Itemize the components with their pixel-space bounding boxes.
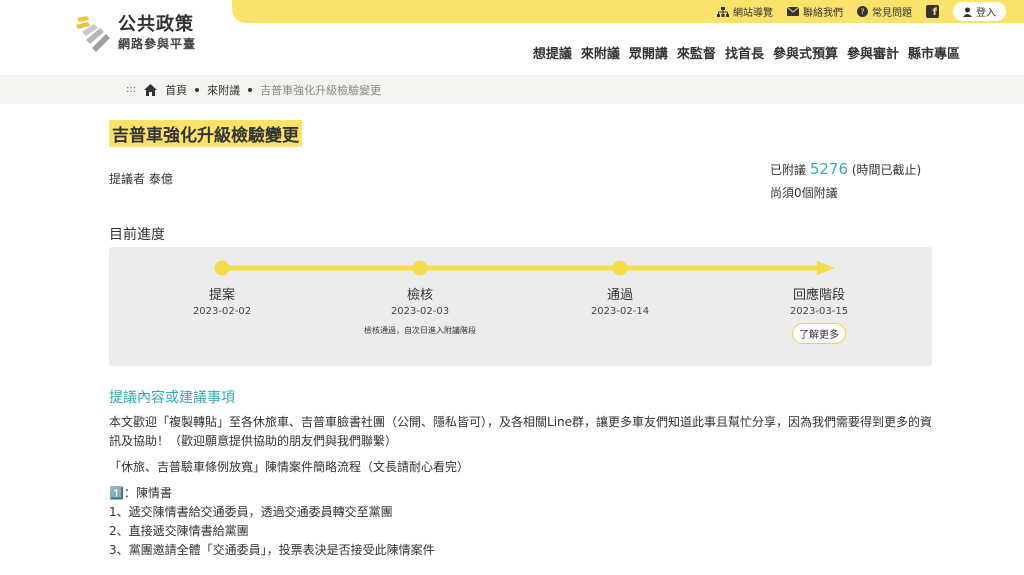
mail-icon: [787, 7, 799, 16]
sitemap-icon: [717, 6, 729, 17]
list-item: 1、遞交陳情書給交通委員，透過交通委員轉交至黨團: [109, 505, 393, 519]
proposal-content: 吉普車強化升級檢驗變更 提議者 泰億 已附議 5276 (時間已截止) 尚須0個…: [109, 120, 932, 557]
breadcrumb-home[interactable]: 首頁: [165, 82, 187, 98]
logo-title: 公共政策: [118, 14, 194, 35]
stage-name: 提案: [208, 288, 235, 303]
home-icon: [144, 83, 158, 96]
nav-item-budget[interactable]: 參與式預算: [773, 43, 838, 62]
proposer-name: 泰億: [148, 172, 173, 186]
nav-item-leaders[interactable]: 找首長: [725, 43, 764, 62]
question-icon: ?: [857, 6, 868, 17]
contact-link[interactable]: 聯絡我們: [787, 4, 843, 19]
utility-bar: 網站導覽 聯絡我們 ? 常見問題 f 登入: [232, 0, 1024, 23]
logo-hand-icon: [76, 16, 110, 52]
body-paragraph: 「休旅、吉普驗車條例放寬」陳情案件簡略流程（文長請耐心看完）: [109, 460, 470, 474]
endorsement-stats: 已附議 5276 (時間已截止) 尚須0個附議: [770, 158, 932, 205]
breadcrumb-dots-icon: :::: [126, 84, 137, 95]
list-item: 2、直接遞交陳情書給黨團: [109, 524, 249, 538]
site-header: 公共政策 網路參與平臺 網站導覽 聯絡我們 ? 常見問題 f 登入 想提議 來附…: [0, 0, 1024, 75]
nav-item-forum[interactable]: 眾開講: [629, 43, 668, 62]
logo-subtitle: 網路參與平臺: [118, 37, 197, 51]
site-logo[interactable]: 公共政策 網路參與平臺: [74, 14, 196, 54]
stage-dot: [612, 260, 628, 276]
stage-name: 回應階段: [792, 288, 845, 303]
learn-more-button[interactable]: 了解更多: [792, 323, 846, 344]
list-item: 3、黨團邀請全體「交通委員」，投票表決是否接受此陳情案件: [109, 543, 435, 557]
proposer-info: 提議者 泰億: [109, 170, 173, 187]
nav-item-county[interactable]: 縣市專區: [908, 43, 960, 62]
stage-name: 通過: [606, 288, 633, 303]
remaining-count: 尚須0個附議: [770, 186, 838, 200]
stage-passed: 通過 2023-02-14: [550, 284, 690, 317]
breadcrumb-separator: [248, 87, 253, 92]
faq-link[interactable]: ? 常見問題: [857, 4, 912, 19]
login-button[interactable]: 登入: [953, 2, 1006, 21]
proposal-body: 本文歡迎「複製轉貼」至各休旅車、吉普車臉書社團（公開、隱私皆可），及各相關Lin…: [109, 413, 932, 560]
stage-proposal: 提案 2023-02-02: [152, 284, 292, 317]
facebook-icon[interactable]: f: [926, 5, 939, 18]
progress-tracker: 提案 2023-02-02 檢核 2023-02-03 檢核通過，自次日進入附議…: [109, 247, 932, 366]
nav-item-propose[interactable]: 想提議: [533, 43, 572, 62]
stage-date: 2023-02-03: [390, 306, 450, 317]
stage-review: 檢核 2023-02-03 檢核通過，自次日進入附議階段: [350, 284, 490, 336]
progress-heading: 目前進度: [109, 227, 165, 243]
sitemap-link[interactable]: 網站導覽: [717, 4, 773, 19]
stage-dot: [214, 260, 230, 276]
login-label: 登入: [976, 8, 996, 19]
stage-note: 檢核通過，自次日進入附議階段: [364, 326, 476, 335]
nav-item-monitor[interactable]: 來監督: [677, 43, 716, 62]
contact-label: 聯絡我們: [803, 8, 843, 19]
svg-text:?: ?: [860, 8, 864, 17]
petition-steps: 1️⃣：陳情書 1、遞交陳情書給交通委員，透過交通委員轉交至黨團 2、直接遞交陳…: [109, 484, 932, 560]
signed-status: (時間已截止): [851, 163, 922, 177]
breadcrumb-separator: [195, 87, 200, 92]
signed-count: 5276: [809, 160, 849, 178]
stage-date: 2023-03-15: [789, 306, 849, 317]
stage-dot: [412, 260, 428, 276]
main-nav: 想提議 來附議 眾開講 來監督 找首長 參與式預算 參與審計 縣市專區: [533, 43, 960, 62]
section-title: 提議內容或建議事項: [109, 390, 235, 406]
faq-label: 常見問題: [872, 8, 912, 19]
signed-label: 已附議: [770, 163, 807, 177]
nav-item-endorse[interactable]: 來附議: [581, 43, 620, 62]
proposer-label: 提議者: [109, 172, 146, 186]
breadcrumb-level1[interactable]: 來附議: [207, 82, 240, 98]
stage-date: 2023-02-14: [590, 306, 650, 317]
stage-response: 回應階段 2023-03-15 了解更多: [749, 284, 889, 344]
list-title: 1️⃣：陳情書: [109, 486, 172, 500]
stage-date: 2023-02-02: [192, 306, 252, 317]
breadcrumb-current: 吉普車強化升級檢驗變更: [260, 83, 382, 97]
progress-arrow-icon: [817, 261, 835, 275]
sitemap-label: 網站導覽: [733, 8, 773, 19]
body-paragraph: 本文歡迎「複製轉貼」至各休旅車、吉普車臉書社團（公開、隱私皆可），及各相關Lin…: [109, 415, 933, 448]
nav-item-audit[interactable]: 參與審計: [847, 43, 899, 62]
stage-name: 檢核: [406, 288, 433, 303]
user-icon: [963, 7, 972, 17]
page-title: 吉普車強化升級檢驗變更: [109, 120, 302, 147]
breadcrumb: ::: 首頁 來附議 吉普車強化升級檢驗變更: [0, 75, 1024, 104]
